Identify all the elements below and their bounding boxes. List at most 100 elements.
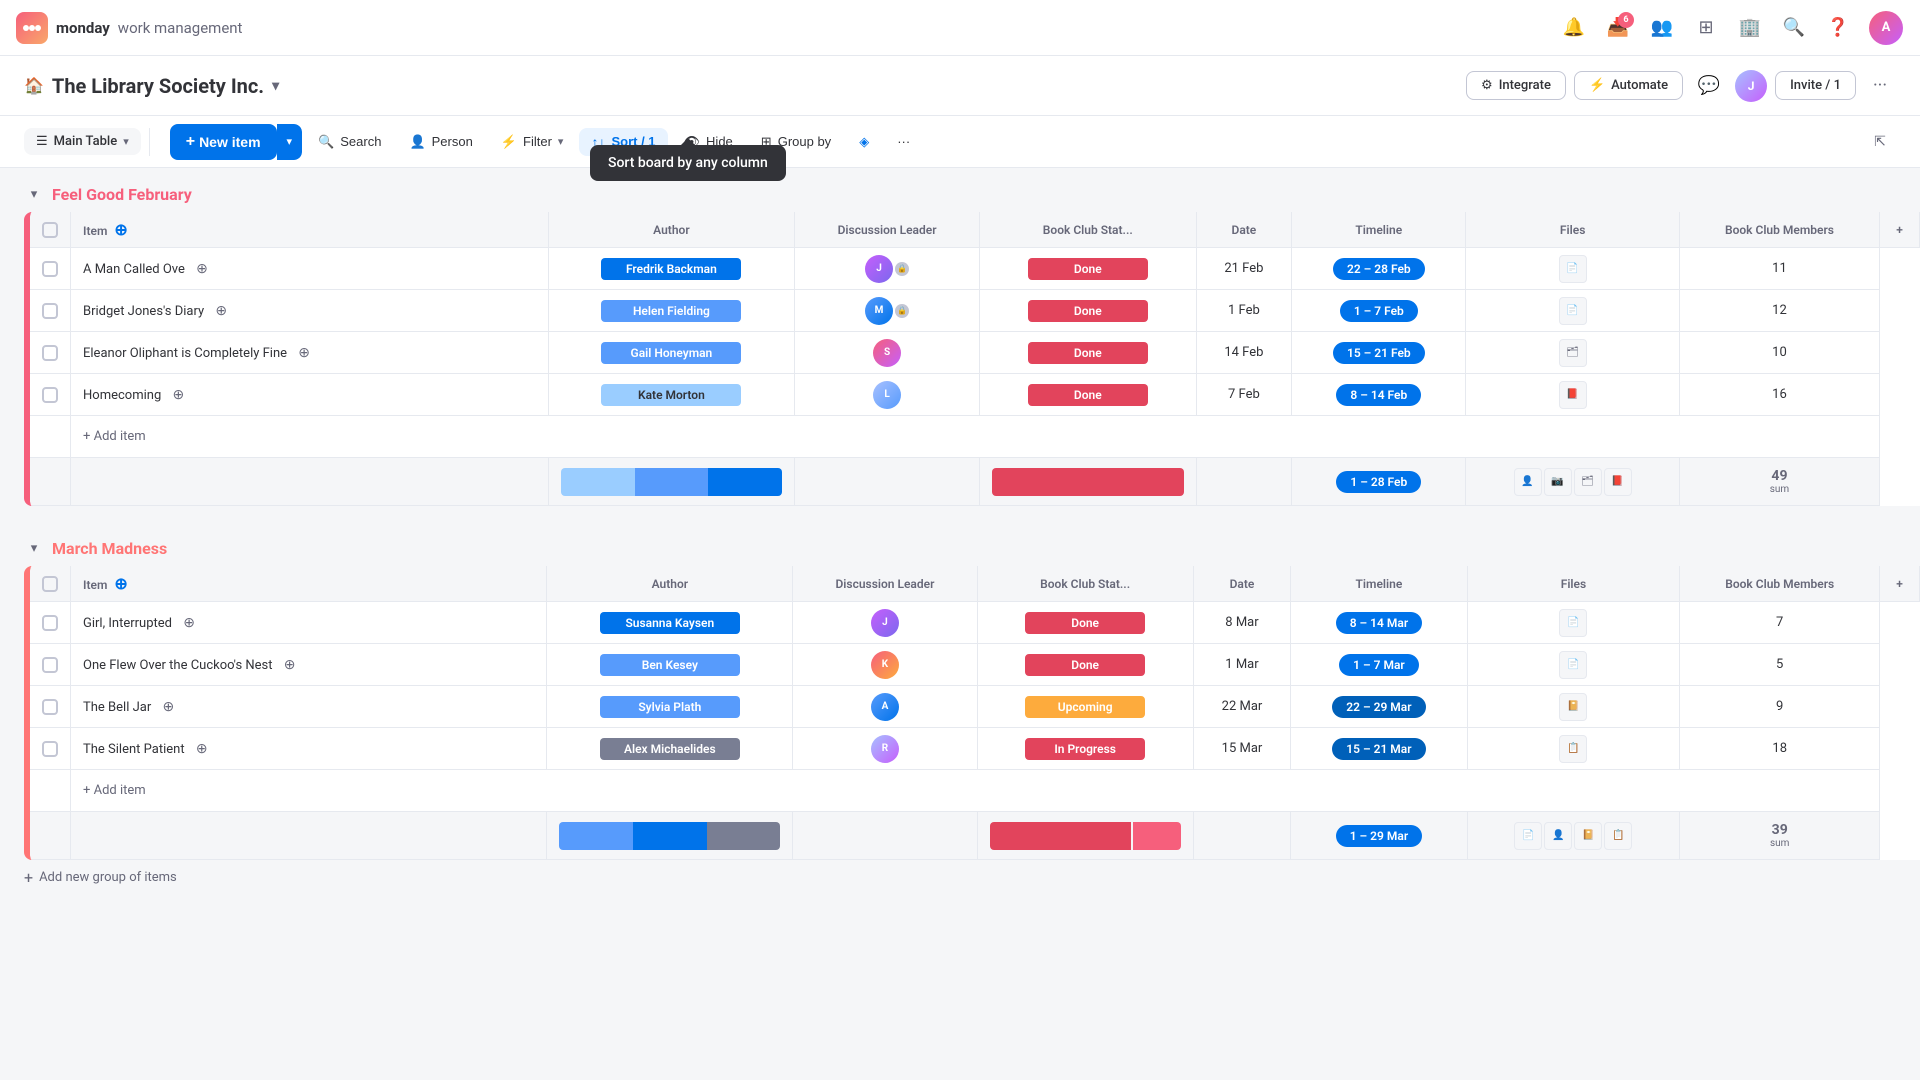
row2-item[interactable]: Bridget Jones's Diary ⊕ — [71, 290, 549, 332]
apps-action-btn[interactable]: ◈ — [847, 128, 881, 156]
col-files-g2[interactable]: Files — [1467, 566, 1680, 602]
g2row4-files[interactable]: 📋 — [1467, 728, 1680, 770]
col-discussion-g2[interactable]: Discussion Leader — [793, 566, 978, 602]
g2row1-date[interactable]: 8 Mar — [1193, 602, 1291, 644]
col-status-g1[interactable]: Book Club Stat... — [980, 212, 1196, 248]
g2row2-discussion[interactable]: K — [793, 644, 978, 686]
workspace-avatar[interactable]: J — [1735, 70, 1767, 102]
row4-checkbox[interactable] — [42, 387, 58, 403]
row1-files[interactable]: 📄 — [1466, 248, 1679, 290]
col-timeline-g2[interactable]: Timeline — [1291, 566, 1467, 602]
g2row3-status[interactable]: Upcoming — [977, 686, 1193, 728]
row2-file-thumb[interactable]: 📄 — [1559, 297, 1587, 325]
g2row2-files[interactable]: 📄 — [1467, 644, 1680, 686]
row3-add-icon[interactable]: ⊕ — [298, 345, 310, 361]
g2row1-file-thumb[interactable]: 📄 — [1559, 609, 1587, 637]
g2row4-date[interactable]: 15 Mar — [1193, 728, 1291, 770]
row2-timeline[interactable]: 1 – 7 Feb — [1292, 290, 1466, 332]
row2-checkbox[interactable] — [42, 303, 58, 319]
select-all-g2[interactable] — [42, 576, 58, 592]
g2row3-checkbox[interactable] — [42, 699, 58, 715]
row1-add-icon[interactable]: ⊕ — [196, 261, 208, 277]
new-item-button[interactable]: + New item — [170, 124, 277, 160]
g2row4-file-thumb[interactable]: 📋 — [1559, 735, 1587, 763]
g2row1-timeline[interactable]: 8 – 14 Mar — [1291, 602, 1467, 644]
col-date-g2[interactable]: Date — [1193, 566, 1291, 602]
g2row1-check[interactable] — [30, 602, 71, 644]
g2row1-discussion[interactable]: J — [793, 602, 978, 644]
row3-check[interactable] — [30, 332, 71, 374]
g2row2-author[interactable]: Ben Kesey — [547, 644, 793, 686]
invite-people-btn[interactable]: 👥 — [1644, 10, 1680, 46]
g2row2-add-icon[interactable]: ⊕ — [284, 657, 296, 673]
main-table-button[interactable]: ☰ Main Table ▾ — [24, 128, 141, 155]
search-btn[interactable]: 🔍 — [1776, 10, 1812, 46]
g2row3-author[interactable]: Sylvia Plath — [547, 686, 793, 728]
g2row2-status[interactable]: Done — [977, 644, 1193, 686]
g2row4-discussion[interactable]: R — [793, 728, 978, 770]
g2row1-add-icon[interactable]: ⊕ — [183, 615, 195, 631]
row2-status[interactable]: Done — [980, 290, 1196, 332]
g2row2-checkbox[interactable] — [42, 657, 58, 673]
col-discussion-g1[interactable]: Discussion Leader — [795, 212, 980, 248]
row2-files[interactable]: 📄 — [1466, 290, 1679, 332]
g2row2-check[interactable] — [30, 644, 71, 686]
row4-timeline[interactable]: 8 – 14 Feb — [1292, 374, 1466, 416]
row3-status[interactable]: Done — [980, 332, 1196, 374]
automate-button[interactable]: ⚡ Automate — [1574, 71, 1683, 100]
row4-check[interactable] — [30, 374, 71, 416]
row4-date[interactable]: 7 Feb — [1196, 374, 1292, 416]
toolbar-more-btn[interactable]: ··· — [1864, 70, 1896, 102]
row3-item[interactable]: Eleanor Oliphant is Completely Fine ⊕ — [71, 332, 549, 374]
g2row3-file-thumb[interactable]: 📔 — [1559, 693, 1587, 721]
row2-date[interactable]: 1 Feb — [1196, 290, 1292, 332]
row1-author[interactable]: Fredrik Backman — [548, 248, 794, 290]
row3-file-thumb[interactable]: 🗂 — [1559, 339, 1587, 367]
row2-author[interactable]: Helen Fielding — [548, 290, 794, 332]
select-all-g1[interactable] — [42, 222, 58, 238]
g2row2-timeline[interactable]: 1 – 7 Mar — [1291, 644, 1467, 686]
col-members-g1[interactable]: Book Club Members — [1679, 212, 1879, 248]
add-group-button[interactable]: + Add new group of items — [0, 860, 1920, 895]
row1-check[interactable] — [30, 248, 71, 290]
more-actions-btn[interactable]: ··· — [885, 128, 922, 155]
brand-logo-area[interactable]: monday work management — [16, 12, 242, 44]
g2row1-status[interactable]: Done — [977, 602, 1193, 644]
add-col-icon-g2[interactable]: ⊕ — [114, 574, 127, 593]
g2row4-checkbox[interactable] — [42, 741, 58, 757]
col-status-g2[interactable]: Book Club Stat... — [977, 566, 1193, 602]
group2-title[interactable]: March Madness — [52, 539, 167, 558]
col-timeline-g1[interactable]: Timeline — [1292, 212, 1466, 248]
filter-button[interactable]: ⚡ Filter ▾ — [489, 128, 576, 156]
workspace-btn[interactable]: 🏢 — [1732, 10, 1768, 46]
row3-author[interactable]: Gail Honeyman — [548, 332, 794, 374]
add-col-icon-g1[interactable]: ⊕ — [114, 220, 127, 239]
person-button[interactable]: 👤 Person — [397, 128, 484, 156]
g2row3-date[interactable]: 22 Mar — [1193, 686, 1291, 728]
chat-btn[interactable]: 💬 — [1691, 68, 1727, 104]
apps-btn[interactable]: ⊞ — [1688, 10, 1724, 46]
group2-chevron[interactable]: ▾ — [24, 538, 44, 558]
row4-files[interactable]: 📕 — [1466, 374, 1679, 416]
g2row1-checkbox[interactable] — [42, 615, 58, 631]
row2-discussion[interactable]: M 🔒 — [795, 290, 980, 332]
row1-discussion[interactable]: J 🔒 — [795, 248, 980, 290]
g2row3-discussion[interactable]: A — [793, 686, 978, 728]
row4-status[interactable]: Done — [980, 374, 1196, 416]
g2row1-files[interactable]: 📄 — [1467, 602, 1680, 644]
col-add-g2[interactable]: + — [1880, 566, 1920, 602]
row1-checkbox[interactable] — [42, 261, 58, 277]
g2row3-timeline[interactable]: 22 – 29 Mar — [1291, 686, 1467, 728]
g2row4-item[interactable]: The Silent Patient ⊕ — [71, 728, 547, 770]
g2row3-add-icon[interactable]: ⊕ — [162, 699, 174, 715]
row4-add-icon[interactable]: ⊕ — [172, 387, 184, 403]
group2-add-item-label[interactable]: + Add item — [71, 770, 1880, 812]
col-item-g1[interactable]: Item ⊕ — [71, 212, 549, 248]
g2row2-file-thumb[interactable]: 📄 — [1559, 651, 1587, 679]
group1-title[interactable]: Feel Good February — [52, 185, 192, 204]
col-item-g2[interactable]: Item ⊕ — [71, 566, 547, 602]
col-members-g2[interactable]: Book Club Members — [1680, 566, 1880, 602]
group1-chevron[interactable]: ▾ — [24, 184, 44, 204]
inbox-icon-btn[interactable]: 📥 6 — [1600, 10, 1636, 46]
g2row4-add-icon[interactable]: ⊕ — [196, 741, 208, 757]
